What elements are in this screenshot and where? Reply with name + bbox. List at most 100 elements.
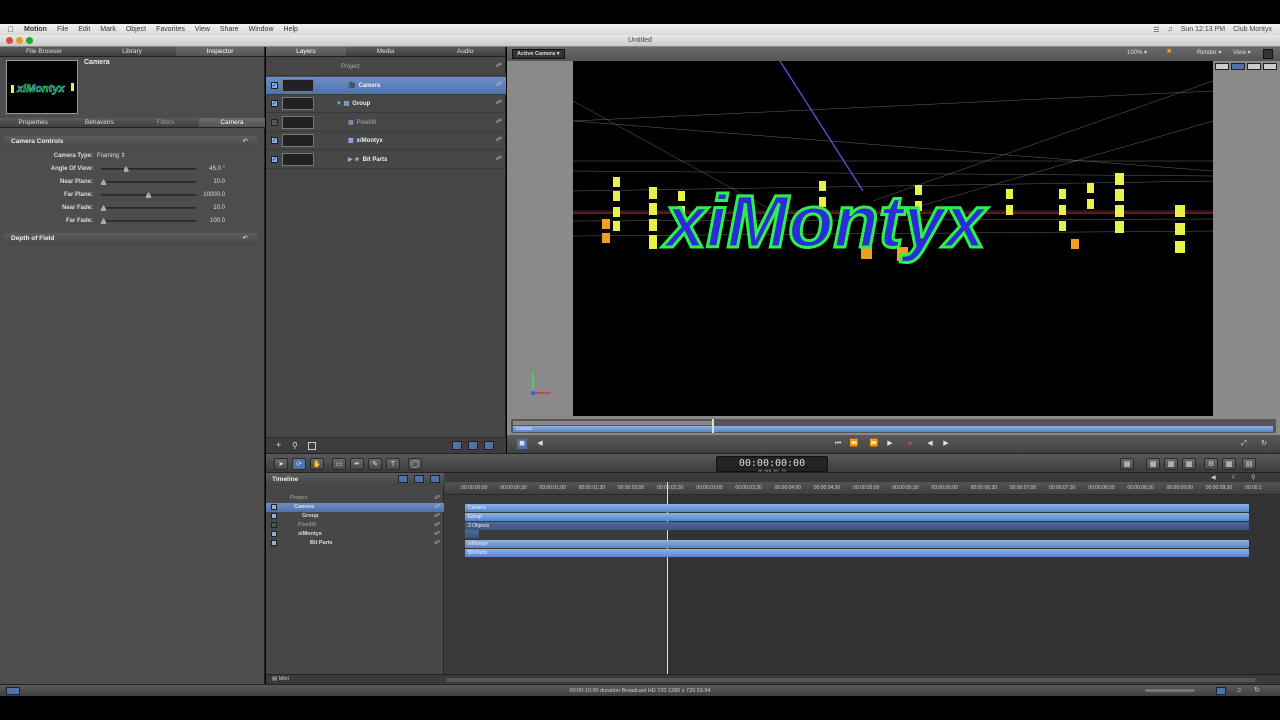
layers-toggle-icon[interactable] (6, 687, 20, 695)
layer-row[interactable]: ✓ ▼ ▤ Group ☍ (266, 95, 506, 113)
paint-tool-icon[interactable]: ✎ (368, 458, 382, 470)
timeline-bar[interactable]: xiMontyx (465, 540, 1249, 548)
view-options-icon[interactable] (1263, 63, 1277, 70)
timeline-row[interactable]: Pixel06 ☍ (266, 521, 444, 530)
lock-icon[interactable]: ☍ (496, 155, 502, 162)
lock-icon[interactable]: ☍ (496, 99, 502, 106)
menu-help[interactable]: Help (284, 26, 298, 33)
slider-knob[interactable] (101, 179, 106, 185)
view-double-icon[interactable] (1231, 63, 1245, 70)
replicate-icon[interactable]: ▩ (1164, 458, 1178, 470)
timeline-bar[interactable]: Camera (465, 504, 1249, 512)
menu-object[interactable]: Object (126, 26, 146, 33)
layer-row[interactable]: Project ☍ (266, 58, 506, 76)
depth-of-field-header[interactable]: Depth of Field ↶ (4, 233, 258, 245)
layer-view-icon[interactable] (452, 441, 462, 450)
camera-controls-header[interactable]: Camera Controls ↶ (4, 136, 258, 148)
slider-knob[interactable] (123, 166, 129, 172)
minimize-window-icon[interactable] (16, 37, 23, 44)
lock-icon[interactable]: ☍ (434, 512, 440, 521)
menu-file[interactable]: File (57, 26, 68, 33)
grid-view-icon[interactable] (308, 442, 316, 450)
play-icon[interactable]: ▶ (885, 439, 895, 449)
camera-param-slider[interactable] (101, 166, 196, 172)
select-tool-icon[interactable]: ➤ (274, 458, 288, 470)
go-to-start-icon[interactable]: ⏮ (833, 439, 843, 449)
layer-row[interactable]: ▩ Pixel06 ☍ (266, 114, 506, 132)
next-keyframe-icon[interactable]: ▶ (941, 439, 951, 449)
timeline-bar[interactable]: 3 Objects (465, 522, 1249, 530)
layer-row[interactable]: ✓ 🎥 Camera ☍ (266, 76, 506, 95)
record-mode-icon[interactable]: ◼ (517, 439, 527, 449)
timeline-row[interactable]: xiMontyx ☍ (266, 530, 444, 539)
timeline-visibility-checkbox[interactable] (271, 522, 277, 528)
menu-view[interactable]: View (195, 26, 210, 33)
canvas-viewport[interactable]: xiMontyx (573, 61, 1213, 416)
zoom-popup[interactable]: 100% ▾ (1127, 49, 1147, 56)
inspector-toggle-icon[interactable]: ▤ (1242, 458, 1256, 470)
layer-visibility-checkbox[interactable]: ✓ (271, 81, 278, 89)
lock-icon[interactable]: ☍ (434, 494, 440, 503)
apple-icon[interactable]:  (8, 25, 14, 34)
lock-icon[interactable]: ☍ (434, 539, 440, 548)
camera-param-value[interactable]: 10.0 (203, 176, 225, 188)
color-channels-icon[interactable]: ■ (1167, 48, 1171, 55)
timecode-display[interactable]: 00:00:00:00 HR MIN SEC FR (716, 456, 828, 473)
camera-param-slider[interactable] (101, 218, 196, 224)
timeline-bar[interactable]: Bit Parts (465, 549, 1249, 557)
search-icon[interactable]: ⚲ (292, 441, 298, 450)
text-tool-icon[interactable]: T (386, 458, 400, 470)
tab-behaviors[interactable]: Behaviors (66, 118, 132, 127)
layer-visibility-checkbox[interactable]: ✓ (271, 137, 278, 144)
show-behaviors-icon[interactable] (430, 475, 440, 483)
timeline-tracks[interactable]: 00:00:00;00 00:00:00;30 00:00:01;00 00:00:0… (445, 473, 1280, 674)
mini-playhead[interactable] (712, 419, 714, 433)
camera-param-value[interactable]: 10.0 (203, 202, 225, 214)
timeline-visibility-checkbox[interactable] (271, 540, 277, 546)
mini-timeline-bar[interactable]: Camera (513, 426, 1273, 432)
menu-mark[interactable]: Mark (100, 26, 116, 33)
lock-icon[interactable]: ☍ (496, 81, 502, 88)
slider-knob[interactable] (101, 205, 106, 211)
timeline-visibility-checkbox[interactable] (271, 504, 277, 510)
menu-app[interactable]: Motion (24, 26, 47, 33)
timeline-row[interactable]: Group ☍ (266, 512, 444, 521)
timeline-scrollbar[interactable] (446, 678, 1256, 682)
menubar-clock[interactable]: Sun 12:13 PM (1181, 26, 1225, 34)
mini-view-toggle[interactable]: ▤ Mini (272, 676, 289, 682)
lock-icon[interactable]: ☍ (496, 118, 502, 125)
mask-view-icon[interactable] (468, 441, 478, 450)
zoom-in-icon[interactable]: ⚲ (1251, 474, 1255, 481)
show-layers-icon[interactable] (398, 475, 408, 483)
mini-timeline[interactable]: Camera (511, 419, 1276, 433)
show-masks-icon[interactable] (414, 475, 424, 483)
make-clone-icon[interactable]: ▩ (1120, 458, 1134, 470)
timeline-row[interactable]: Camera ☍ (266, 503, 444, 512)
view-layout-icon[interactable] (1263, 49, 1273, 59)
loop-icon[interactable]: ↻ (1259, 439, 1269, 449)
tab-media[interactable]: Media (346, 47, 426, 56)
camera-param-slider[interactable] (101, 192, 196, 198)
timeline-visibility-checkbox[interactable] (271, 531, 277, 537)
timeline-bar[interactable]: Group (465, 513, 1249, 521)
time-ruler[interactable]: 00:00:00;00 00:00:00;30 00:00:01;00 00:00:0… (445, 482, 1280, 494)
view-single-icon[interactable] (1215, 63, 1229, 70)
slider-knob[interactable] (146, 192, 151, 198)
camera-param-slider[interactable] (101, 205, 196, 211)
layer-row[interactable]: ✓ ▶ ★ Bit Parts ☍ (266, 151, 506, 169)
reset-icon[interactable]: ↶ (243, 233, 248, 245)
zoom-window-icon[interactable] (26, 37, 33, 44)
menubar-user[interactable]: Club Montyx (1233, 26, 1272, 34)
timeline-row[interactable]: Bit Parts ☍ (266, 539, 444, 548)
timeline-visibility-checkbox[interactable] (271, 513, 277, 519)
reset-icon[interactable]: ↶ (243, 136, 248, 148)
layer-row[interactable]: ✓ ▩ xiMontyx ☍ (266, 132, 506, 150)
tab-file-browser[interactable]: File Browser (0, 47, 88, 56)
mask-tool-icon[interactable]: ◯ (408, 458, 422, 470)
camera-param-slider[interactable] (101, 179, 196, 185)
audio-icon[interactable]: ◀ (535, 439, 545, 449)
tab-library[interactable]: Library (88, 47, 176, 56)
lock-icon[interactable]: ☍ (434, 530, 440, 539)
menu-edit[interactable]: Edit (78, 26, 90, 33)
render-popup[interactable]: Render ▾ (1197, 49, 1221, 56)
